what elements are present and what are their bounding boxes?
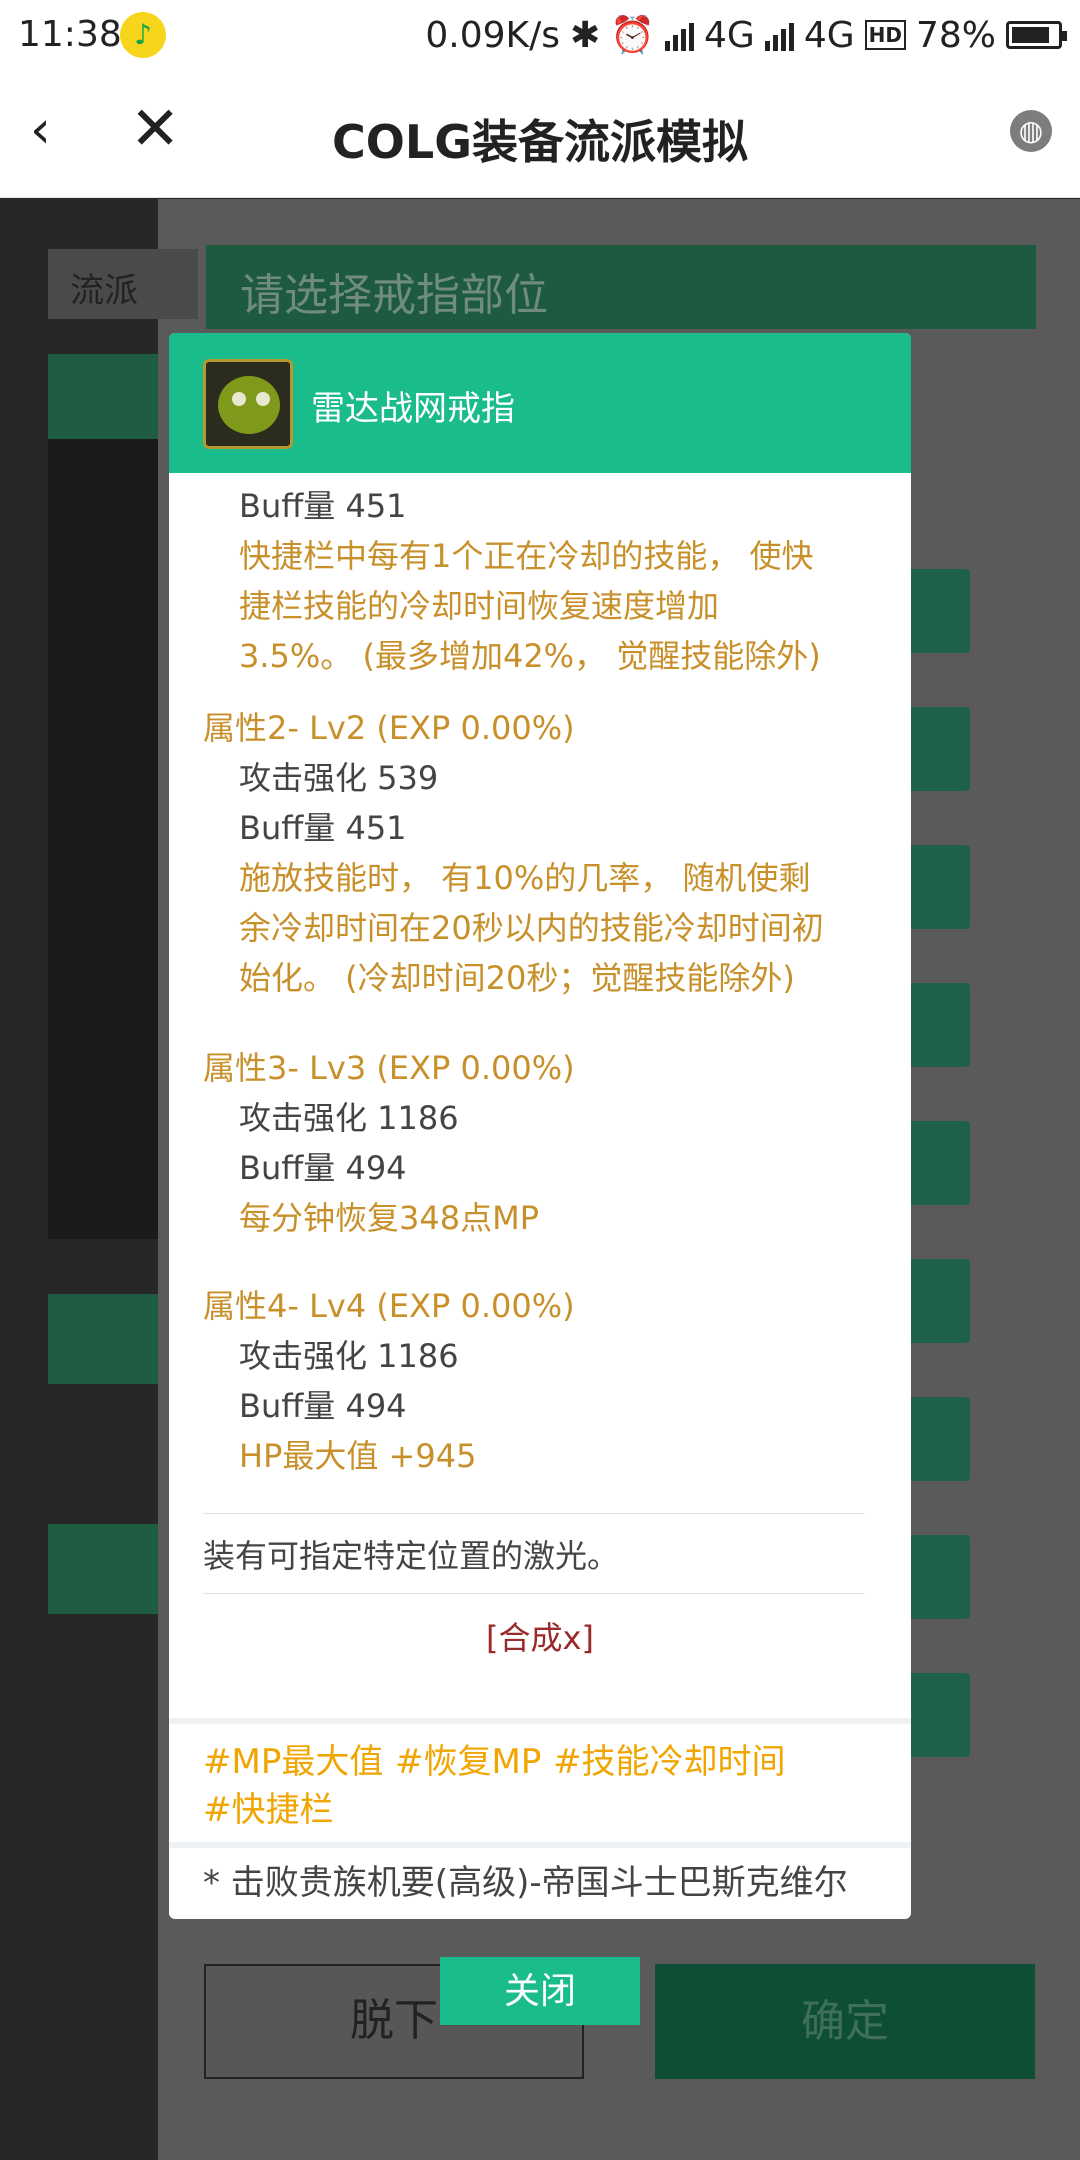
hd-icon: HD	[864, 20, 906, 50]
bluetooth-icon: ✱	[570, 14, 601, 56]
side-section-2	[48, 1294, 158, 1384]
attribute-header: 属性4- Lv4 (EXP 0.00%)	[203, 1287, 575, 1325]
battery-icon	[1006, 21, 1067, 49]
attribute-effect: 余冷却时间在20秒以内的技能冷却时间初	[239, 909, 824, 947]
nav-bar: ‹ ✕ COLG装备流派模拟 ◍	[0, 72, 1080, 198]
buff-value: Buff量 494	[239, 1387, 407, 1425]
side-equipment-list	[48, 439, 158, 1239]
attack-value: 攻击强化 1186	[239, 1337, 459, 1375]
item-source: * 击败贵族机要(高级)-帝国斗士巴斯克维尔	[203, 1863, 848, 1903]
divider	[203, 1513, 865, 1514]
ring-item-icon	[203, 359, 293, 449]
attribute-effect: 施放技能时， 有10%的几率， 随机使剩	[239, 859, 811, 897]
battery-percent: 78%	[915, 14, 996, 56]
status-bar: 11:38 ♪ 0.09K/s ✱ ⏰ 4G 4G HD 78%	[0, 0, 1080, 72]
confirm-button[interactable]: 确定	[655, 1964, 1035, 2079]
attribute-effect: HP最大值 +945	[239, 1437, 477, 1475]
attribute-effect: 快捷栏中每有1个正在冷却的技能， 使快	[239, 537, 814, 575]
attack-value: 攻击强化 1186	[239, 1099, 459, 1137]
item-name: 雷达战网戒指	[311, 389, 515, 429]
attribute-header: 属性3- Lv3 (EXP 0.00%)	[203, 1049, 575, 1087]
item-detail-modal: 雷达战网戒指 Buff量 451 快捷栏中每有1个正在冷却的技能， 使快 捷栏技…	[169, 333, 911, 1919]
buff-value: Buff量 451	[239, 487, 407, 525]
side-section-1	[48, 354, 158, 444]
modal-header: 雷达战网戒指	[169, 333, 911, 473]
attribute-effect: 3.5%。 (最多增加42%， 觉醒技能除外)	[239, 637, 821, 675]
attribute-header: 属性2- Lv2 (EXP 0.00%)	[203, 709, 575, 747]
attack-value: 攻击强化 539	[239, 759, 439, 797]
ring-slot-header: 请选择戒指部位	[206, 245, 1036, 329]
close-button[interactable]: 关闭	[440, 1957, 640, 2025]
network-speed: 0.09K/s	[425, 14, 561, 56]
item-attributes-scroll[interactable]: Buff量 451 快捷栏中每有1个正在冷却的技能， 使快 捷栏技能的冷却时间恢…	[169, 473, 911, 1713]
item-tag[interactable]: #技能冷却时间	[553, 1734, 786, 1783]
divider	[203, 1593, 865, 1594]
attribute-effect: 每分钟恢复348点MP	[239, 1199, 539, 1237]
school-tag[interactable]: 流派	[48, 249, 198, 319]
globe-icon[interactable]: ◍	[1010, 110, 1052, 152]
status-right: 0.09K/s ✱ ⏰ 4G 4G HD 78%	[425, 14, 1067, 56]
item-tag[interactable]: #恢复MP	[395, 1734, 541, 1783]
attribute-effect: 始化。 (冷却时间20秒；觉醒技能除外)	[239, 959, 795, 997]
item-tags: #MP最大值 #恢复MP #技能冷却时间 #快捷栏	[169, 1718, 911, 1848]
status-time: 11:38	[18, 14, 122, 55]
side-section-3	[48, 1524, 158, 1614]
item-description: 装有可指定特定位置的激光。	[203, 1537, 620, 1575]
network-type-1: 4G	[704, 14, 755, 56]
signal-icon	[665, 19, 695, 51]
item-tag[interactable]: #快捷栏	[203, 1782, 334, 1831]
alarm-icon: ⏰	[610, 15, 656, 56]
network-type-2: 4G	[803, 14, 855, 56]
page-title: COLG装备流派模拟	[332, 115, 748, 169]
synth-status: [合成x]	[486, 1619, 594, 1657]
attribute-effect: 捷栏技能的冷却时间恢复速度增加	[239, 587, 720, 625]
buff-value: Buff量 494	[239, 1149, 407, 1187]
music-app-icon: ♪	[120, 12, 166, 58]
buff-value: Buff量 451	[239, 809, 407, 847]
item-tag[interactable]: #MP最大值	[203, 1734, 383, 1783]
signal-icon-2	[764, 19, 794, 51]
